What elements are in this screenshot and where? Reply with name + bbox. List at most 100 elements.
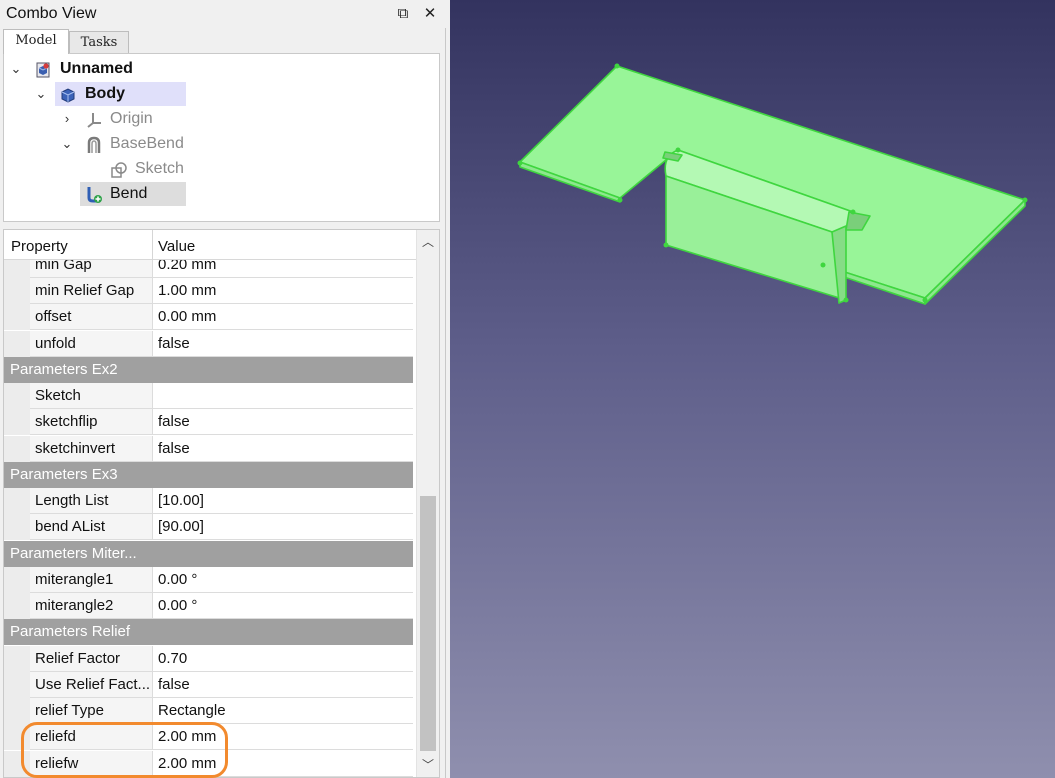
column-divider[interactable] [152, 230, 153, 260]
row-indent [4, 672, 30, 698]
document-icon [34, 61, 52, 79]
property-row-relief-type[interactable]: relief Type Rectangle [4, 698, 413, 724]
property-name: miterangle1 [30, 567, 153, 593]
property-row-sketch[interactable]: Sketch [4, 383, 413, 409]
row-indent [4, 514, 30, 540]
tree-item-label: BaseBend [110, 135, 184, 152]
tree-item-origin[interactable]: › Origin [4, 107, 194, 131]
property-column-header[interactable]: Property [11, 238, 68, 255]
property-row-use-relief-factor[interactable]: Use Relief Fact... false [4, 672, 413, 698]
property-value[interactable]: Rectangle [153, 698, 413, 724]
float-window-icon[interactable]: ⧉ [393, 4, 413, 24]
combo-view-title: Combo View [6, 5, 97, 22]
3d-viewport[interactable] [450, 0, 1055, 778]
vertex-marker [663, 242, 669, 248]
group-parameters-ex2[interactable]: Parameters Ex2 [4, 357, 413, 383]
property-row-sketchinvert[interactable]: sketchinvert false [4, 436, 413, 462]
property-name: unfold [30, 331, 153, 357]
group-parameters-relief[interactable]: Parameters Relief [4, 619, 413, 645]
row-indent [4, 331, 30, 357]
tree-item-label: Origin [110, 110, 153, 127]
property-header: Property Value [4, 230, 416, 260]
property-row-offset[interactable]: offset 0.00 mm [4, 304, 413, 330]
vertex-marker [675, 147, 681, 153]
tree-item-body[interactable]: ⌄ Body [4, 82, 194, 106]
group-parameters-ex3[interactable]: Parameters Ex3 [4, 462, 413, 488]
property-name: reliefd [30, 724, 153, 750]
property-row-length-list[interactable]: Length List [10.00] [4, 488, 413, 514]
property-value[interactable]: 0.00 mm [153, 304, 413, 330]
property-name: offset [30, 304, 153, 330]
scrollbar-thumb[interactable] [420, 496, 436, 751]
property-value[interactable]: [90.00] [153, 514, 413, 540]
property-row-reliefd[interactable]: reliefd 2.00 mm [4, 724, 413, 750]
property-name: sketchinvert [30, 436, 153, 462]
property-value[interactable] [153, 383, 413, 409]
property-row-bend-alist[interactable]: bend AList [90.00] [4, 514, 413, 540]
property-value[interactable]: false [153, 331, 413, 357]
property-name: Relief Factor [30, 646, 153, 672]
property-value[interactable]: 0.70 [153, 646, 413, 672]
property-row-reliefw[interactable]: reliefw 2.00 mm [4, 751, 413, 777]
property-value[interactable]: 2.00 mm [153, 751, 413, 777]
tree-item-basebend[interactable]: ⌄ BaseBend [4, 132, 204, 156]
property-value[interactable]: false [153, 409, 413, 435]
expand-arrow-icon[interactable]: ⌄ [34, 82, 48, 106]
combo-view-tabs: Model Tasks [0, 28, 446, 54]
vertex-marker [922, 297, 928, 303]
expand-arrow-icon[interactable]: ⌄ [9, 57, 23, 81]
vertex-marker [1022, 197, 1028, 203]
property-name: miterangle2 [30, 593, 153, 619]
tree-item-label: Bend [110, 185, 148, 202]
row-indent [4, 751, 30, 777]
row-indent [4, 646, 30, 672]
property-value[interactable]: false [153, 672, 413, 698]
property-row-sketchflip[interactable]: sketchflip false [4, 409, 413, 435]
vertex-marker [843, 297, 849, 303]
property-row-relief-factor[interactable]: Relief Factor 0.70 [4, 646, 413, 672]
property-value[interactable]: 0.00 ° [153, 593, 413, 619]
property-value[interactable]: false [153, 436, 413, 462]
property-name: bend AList [30, 514, 153, 540]
property-editor: Property Value min Gap 0.20 mm min Relie… [3, 229, 440, 778]
tree-item-unnamed[interactable]: ⌄ Unnamed [4, 57, 204, 81]
combo-view-panel: Combo View ⧉ ✕ Model Tasks ⌄ Unnamed ⌄ B… [0, 0, 446, 778]
vertex-marker [614, 63, 620, 69]
row-indent [4, 436, 30, 462]
property-name: relief Type [30, 698, 153, 724]
property-value[interactable]: [10.00] [153, 488, 413, 514]
row-indent [4, 409, 30, 435]
property-row-miterangle1[interactable]: miterangle1 0.00 ° [4, 567, 413, 593]
tree-item-bend[interactable]: Bend [4, 182, 194, 206]
scroll-down-icon[interactable]: ﹀ [417, 753, 439, 777]
sheetmetal-bend-icon [85, 186, 103, 204]
scroll-up-icon[interactable]: ︿ [417, 230, 439, 254]
vertex-marker [617, 197, 623, 203]
close-icon[interactable]: ✕ [420, 4, 440, 24]
body-icon [59, 86, 77, 104]
property-name: sketchflip [30, 409, 153, 435]
property-value[interactable]: 2.00 mm [153, 724, 413, 750]
property-name: Use Relief Fact... [30, 672, 153, 698]
property-name: Length List [30, 488, 153, 514]
property-name: Sketch [30, 383, 153, 409]
group-parameters-miter[interactable]: Parameters Miter... [4, 541, 413, 567]
collapse-arrow-icon[interactable]: › [60, 107, 74, 131]
tab-tasks[interactable]: Tasks [69, 31, 129, 54]
property-value[interactable]: 0.00 ° [153, 567, 413, 593]
property-row-miterangle2[interactable]: miterangle2 0.00 ° [4, 593, 413, 619]
property-scrollbar[interactable]: ︿ ﹀ [416, 230, 439, 777]
row-indent [4, 567, 30, 593]
combo-view-titlebar: Combo View ⧉ ✕ [0, 0, 446, 28]
tree-item-sketch[interactable]: Sketch [4, 157, 204, 181]
tab-model[interactable]: Model [3, 29, 69, 54]
expand-arrow-icon[interactable]: ⌄ [60, 132, 74, 156]
property-row-unfold[interactable]: unfold false [4, 331, 413, 357]
property-value[interactable]: 1.00 mm [153, 278, 413, 304]
model-tree: ⌄ Unnamed ⌄ Body › Origin ⌄ BaseBend Ske… [3, 53, 440, 222]
row-indent [4, 593, 30, 619]
property-row-min-relief-gap[interactable]: min Relief Gap 1.00 mm [4, 278, 413, 304]
value-column-header[interactable]: Value [158, 238, 195, 255]
sheet-metal-part[interactable] [450, 0, 1055, 778]
sheetmetal-basebend-icon [85, 136, 103, 154]
